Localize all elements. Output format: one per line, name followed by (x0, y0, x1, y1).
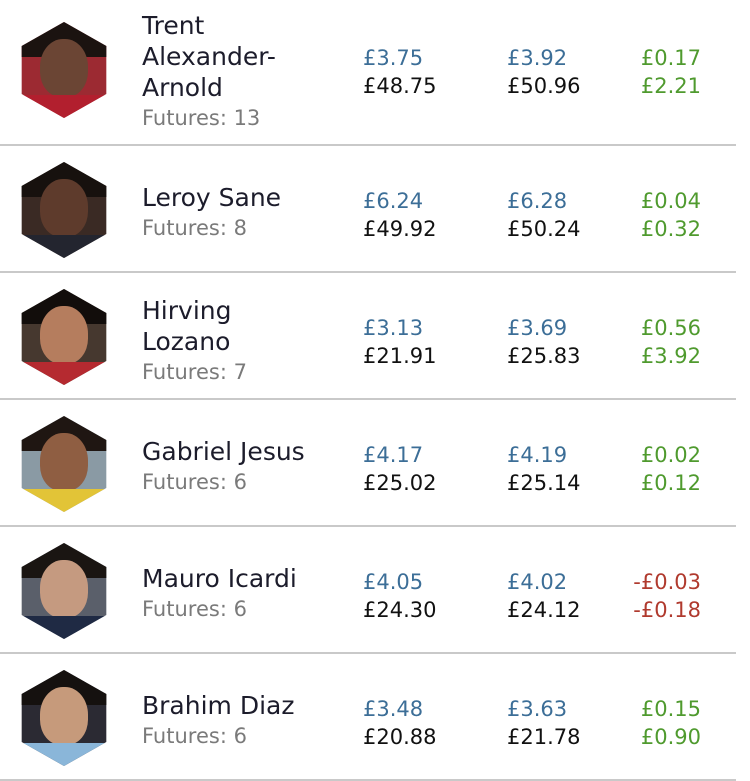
buy-total-price: £21.91 (363, 344, 437, 368)
buy-total-price: £25.02 (363, 471, 437, 495)
sell-unit-price: £3.69 (507, 316, 568, 340)
profit-total: £3.92 (640, 344, 701, 368)
sell-price-column: £3.63 £21.78 (507, 695, 580, 751)
player-info: Hirving Lozano Futures: 7 (142, 295, 247, 384)
player-name[interactable]: Leroy Sane (142, 182, 281, 213)
sell-price-column: £3.92 £50.96 (507, 44, 580, 100)
player-name[interactable]: Gabriel Jesus (142, 436, 305, 467)
player-name[interactable]: Hirving Lozano (142, 295, 247, 357)
sell-unit-price: £4.19 (507, 443, 568, 467)
profit-column: £0.02 £0.12 (631, 441, 701, 497)
player-info: Brahim Diaz Futures: 6 (142, 690, 294, 748)
player-info: Mauro Icardi Futures: 6 (142, 563, 297, 621)
profit-column: £0.56 £3.92 (631, 314, 701, 370)
buy-price-column: £3.48 £20.88 (363, 695, 436, 751)
player-name[interactable]: Brahim Diaz (142, 690, 294, 721)
player-row[interactable]: Gabriel Jesus Futures: 6 £4.17 £25.02 £4… (0, 400, 736, 527)
avatar-face (40, 560, 88, 618)
buy-price-column: £4.17 £25.02 (363, 441, 436, 497)
sell-total-price: £25.14 (507, 471, 581, 495)
avatar-shirt (21, 94, 107, 118)
player-info: Leroy Sane Futures: 8 (142, 182, 281, 240)
sell-unit-price: £3.63 (507, 697, 568, 721)
buy-unit-price: £4.05 (363, 570, 424, 594)
avatar-shirt (21, 234, 107, 258)
futures-count: Futures: 13 (142, 106, 261, 130)
profit-total: £0.12 (640, 471, 701, 495)
buy-unit-price: £3.75 (363, 46, 424, 70)
sell-total-price: £24.12 (507, 598, 581, 622)
profit-unit: £0.56 (640, 316, 701, 340)
avatar-shirt (21, 742, 107, 766)
futures-count: Futures: 7 (142, 360, 247, 384)
player-name[interactable]: Mauro Icardi (142, 563, 297, 594)
profit-column: £0.15 £0.90 (631, 695, 701, 751)
player-avatar (21, 543, 107, 639)
profit-unit: £0.04 (640, 189, 701, 213)
sell-price-column: £3.69 £25.83 (507, 314, 580, 370)
player-avatar (21, 670, 107, 766)
buy-total-price: £24.30 (363, 598, 437, 622)
player-name[interactable]: Trent Alexander- Arnold (142, 10, 276, 103)
buy-unit-price: £3.48 (363, 697, 424, 721)
player-list: Trent Alexander- Arnold Futures: 13 £3.7… (0, 0, 736, 781)
futures-count: Futures: 6 (142, 724, 247, 748)
futures-count: Futures: 8 (142, 216, 247, 240)
profit-column: -£0.03 -£0.18 (631, 568, 701, 624)
avatar-shirt (21, 488, 107, 512)
sell-price-column: £6.28 £50.24 (507, 187, 580, 243)
buy-unit-price: £4.17 (363, 443, 424, 467)
sell-total-price: £21.78 (507, 725, 581, 749)
player-row[interactable]: Hirving Lozano Futures: 7 £3.13 £21.91 £… (0, 273, 736, 400)
player-avatar (21, 162, 107, 258)
profit-unit: £0.17 (640, 46, 701, 70)
profit-unit: £0.15 (640, 697, 701, 721)
buy-price-column: £6.24 £49.92 (363, 187, 436, 243)
sell-unit-price: £3.92 (507, 46, 568, 70)
sell-unit-price: £6.28 (507, 189, 568, 213)
profit-total: £2.21 (640, 74, 701, 98)
avatar-shirt (21, 361, 107, 385)
buy-unit-price: £6.24 (363, 189, 424, 213)
profit-column: £0.04 £0.32 (631, 187, 701, 243)
buy-price-column: £4.05 £24.30 (363, 568, 436, 624)
profit-unit: -£0.03 (633, 570, 701, 594)
profit-unit: £0.02 (640, 443, 701, 467)
profit-total: £0.32 (640, 217, 701, 241)
sell-total-price: £50.96 (507, 74, 581, 98)
buy-price-column: £3.75 £48.75 (363, 44, 436, 100)
sell-total-price: £50.24 (507, 217, 581, 241)
buy-unit-price: £3.13 (363, 316, 424, 340)
sell-price-column: £4.02 £24.12 (507, 568, 580, 624)
player-avatar (21, 289, 107, 385)
profit-total: £0.90 (640, 725, 701, 749)
player-row[interactable]: Brahim Diaz Futures: 6 £3.48 £20.88 £3.6… (0, 654, 736, 781)
player-avatar (21, 416, 107, 512)
avatar-shirt (21, 615, 107, 639)
avatar-face (40, 306, 88, 364)
futures-count: Futures: 6 (142, 597, 247, 621)
sell-total-price: £25.83 (507, 344, 581, 368)
sell-unit-price: £4.02 (507, 570, 568, 594)
player-info: Trent Alexander- Arnold Futures: 13 (142, 10, 276, 130)
player-row[interactable]: Trent Alexander- Arnold Futures: 13 £3.7… (0, 0, 736, 146)
buy-total-price: £20.88 (363, 725, 437, 749)
avatar-face (40, 39, 88, 97)
buy-total-price: £49.92 (363, 217, 437, 241)
buy-price-column: £3.13 £21.91 (363, 314, 436, 370)
player-avatar (21, 22, 107, 118)
sell-price-column: £4.19 £25.14 (507, 441, 580, 497)
futures-count: Futures: 6 (142, 470, 247, 494)
profit-column: £0.17 £2.21 (631, 44, 701, 100)
player-row[interactable]: Mauro Icardi Futures: 6 £4.05 £24.30 £4.… (0, 527, 736, 654)
profit-total: -£0.18 (633, 598, 701, 622)
avatar-face (40, 433, 88, 491)
avatar-face (40, 179, 88, 237)
buy-total-price: £48.75 (363, 74, 437, 98)
avatar-face (40, 687, 88, 745)
player-row[interactable]: Leroy Sane Futures: 8 £6.24 £49.92 £6.28… (0, 146, 736, 273)
player-info: Gabriel Jesus Futures: 6 (142, 436, 305, 494)
